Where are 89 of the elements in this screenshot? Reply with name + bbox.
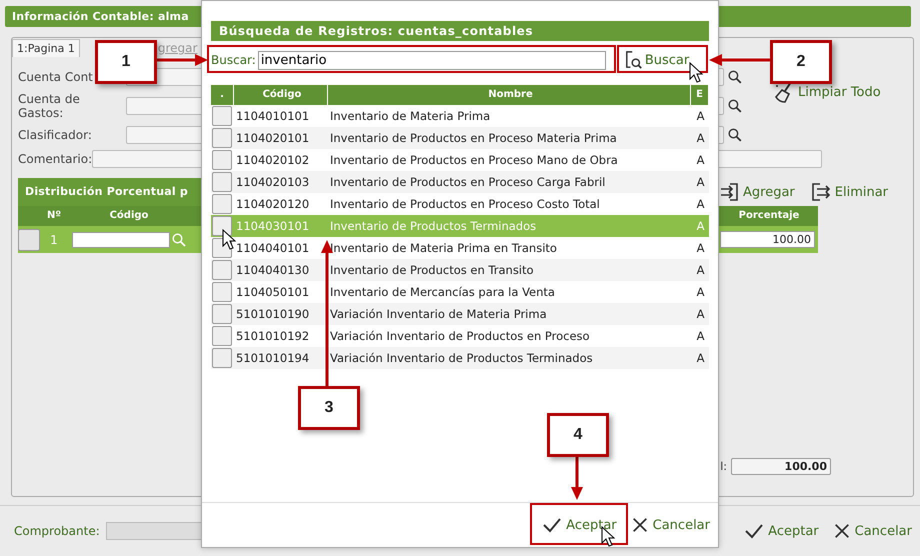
table-row[interactable]: 1104040130 Inventario de Productos en Transito A: [211, 259, 709, 281]
cursor-icon: [689, 62, 703, 84]
table-cell-text: A: [696, 175, 706, 189]
column-header: Porcentaje: [738, 209, 800, 223]
row-checkbox[interactable]: [18, 228, 40, 250]
table-cell-text: 1104020103: [235, 175, 310, 189]
row-checkbox[interactable]: [212, 172, 232, 192]
table-row[interactable]: 5101010194 Variación Inventario de Productos Terminados A: [211, 347, 709, 369]
add-button[interactable]: Agregar: [719, 182, 795, 202]
table-row[interactable]: 1104020103 Inventario de Productos en Proceso Carga Fabril A: [211, 171, 709, 193]
field-label: Cuenta de Gastos:: [18, 92, 81, 120]
tab[interactable]: 1:Pagina 1: [12, 39, 80, 57]
step-number: 3: [298, 386, 360, 430]
total-label: l:: [720, 460, 727, 473]
row-checkbox[interactable]: [212, 282, 232, 302]
remove-button[interactable]: Eliminar: [810, 182, 888, 202]
row-checkbox[interactable]: [212, 326, 232, 346]
search-icon[interactable]: [728, 99, 742, 113]
step-number: 1: [95, 40, 157, 84]
table-cell-text: Inventario de Materia Prima: [329, 109, 492, 123]
cancel-button[interactable]: Cancelar: [818, 522, 912, 540]
table-cell-text: 1104030101: [235, 219, 310, 233]
voucher-label: Comprobante:: [14, 524, 100, 538]
row-checkbox[interactable]: [212, 348, 232, 368]
row-checkbox[interactable]: [212, 194, 232, 214]
step-number: 2: [770, 40, 832, 84]
table-cell-text: A: [696, 351, 706, 365]
table-cell-text: A: [696, 109, 706, 123]
table-cell-text: Inventario de Productos Terminados: [329, 219, 538, 233]
table-cell-text: Inventario de Productos en Transito: [329, 263, 535, 277]
table-cell-text: A: [696, 241, 706, 255]
table-row[interactable]: 1104020101 Inventario de Productos en Proceso Materia Prima A: [211, 127, 709, 149]
table-cell-text: 1104020102: [235, 153, 310, 167]
table-cell-text: Inventario de Productos en Proceso Mano de Obra: [329, 153, 619, 167]
table-cell-text: A: [696, 131, 706, 145]
row-checkbox[interactable]: [212, 106, 232, 126]
row-checkbox[interactable]: [212, 150, 232, 170]
table-cell-text: A: [696, 153, 706, 167]
code-field[interactable]: [72, 232, 170, 248]
table-cell-text: 5101010190: [235, 307, 310, 321]
table-cell-text: Inventario de Productos en Proceso Carga Fabril: [329, 175, 606, 189]
table-cell-text: 1104010101: [235, 109, 310, 123]
row-checkbox[interactable]: [212, 304, 232, 324]
search-field[interactable]: inventario: [258, 50, 606, 70]
cursor-icon: [222, 229, 236, 251]
accept-button[interactable]: Aceptar: [528, 515, 617, 535]
table-cell-text: Variación Inventario de Productos en Proceso: [329, 329, 591, 343]
accept-button[interactable]: Aceptar: [730, 521, 819, 541]
table-cell-text: Variación Inventario de Productos Terminados: [329, 351, 594, 365]
search-button[interactable]: Buscar: [624, 50, 690, 70]
row-number: 1: [49, 232, 59, 246]
search-icon[interactable]: [728, 128, 742, 142]
table-cell-text: 5101010194: [235, 351, 310, 365]
table-cell-text: 1104040101: [235, 241, 310, 255]
table-cell-text: A: [696, 285, 706, 299]
total-field: 100.00: [731, 458, 831, 475]
field-label: Cuenta Cont: [18, 70, 94, 84]
close-icon: [630, 516, 649, 534]
column-header: Código: [108, 209, 150, 223]
arrow: [708, 54, 770, 66]
dialog-title: Búsqueda de Registros: cuentas_contables: [211, 21, 709, 41]
table-cell-text: Variación Inventario de Materia Prima: [329, 307, 548, 321]
column-header: Nº: [46, 209, 62, 223]
table-cell-text: A: [696, 329, 706, 343]
table-cell-text: 5101010192: [235, 329, 310, 343]
cancel-button[interactable]: Cancelar: [616, 516, 710, 534]
field-label: Clasificador:: [18, 128, 93, 142]
table-cell-text: 1104050101: [235, 285, 310, 299]
table-cell-text: A: [696, 307, 706, 321]
percentage-field[interactable]: 100.00: [720, 231, 815, 248]
table-cell-text: A: [696, 263, 706, 277]
add-row-icon: [719, 182, 739, 202]
table-cell-text: Inventario de Mercancías para la Venta: [329, 285, 556, 299]
search-icon[interactable]: [728, 70, 742, 84]
row-checkbox[interactable]: [212, 216, 232, 236]
row-checkbox[interactable]: [212, 260, 232, 280]
search-icon: [624, 50, 643, 70]
step-number: 4: [547, 413, 609, 457]
table-cell-text: Inventario de Materia Prima en Transito: [329, 241, 558, 255]
table-cell-text: A: [696, 219, 706, 233]
table-cell-text: 1104040130: [235, 263, 310, 277]
table-cell-text: Inventario de Productos en Proceso Materia Prima: [329, 131, 618, 145]
remove-row-icon: [810, 182, 831, 202]
table-row[interactable]: 5101010190 Variación Inventario de Materia Prima A: [211, 303, 709, 325]
search-label: Buscar:: [211, 53, 256, 67]
field-label: Comentario:: [18, 152, 92, 166]
row-checkbox[interactable]: [212, 128, 232, 148]
close-icon: [832, 522, 851, 540]
table-cell-text: 1104020101: [235, 131, 310, 145]
